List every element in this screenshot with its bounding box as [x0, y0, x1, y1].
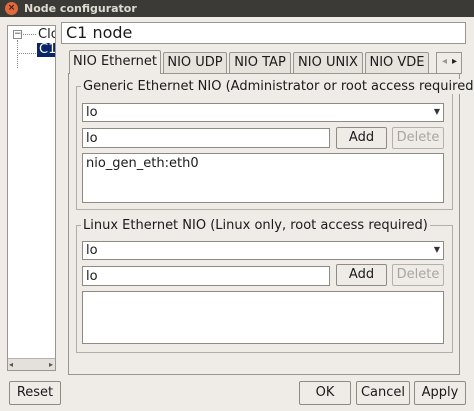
linux-delete-label: Delete — [396, 267, 440, 282]
tab-nio-tap[interactable]: NIO TAP — [229, 52, 291, 74]
apply-label: Apply — [421, 385, 459, 400]
cancel-button[interactable]: Cancel — [356, 381, 410, 405]
tab-scroll-buttons[interactable]: ◂ ▸ — [436, 52, 462, 74]
generic-nio-list[interactable]: nio_gen_eth:eth0 — [82, 153, 444, 203]
node-tree[interactable]: − Clo C1 ◂ ▸ — [7, 25, 56, 371]
linux-delete-button[interactable]: Delete — [392, 264, 444, 286]
tab-scroll-right-icon[interactable]: ▸ — [452, 56, 457, 67]
close-icon[interactable]: × — [5, 2, 18, 15]
tree-branch-line — [17, 53, 36, 54]
tree-item-c1[interactable]: C1 — [37, 43, 55, 57]
generic-delete-button[interactable]: Delete — [392, 127, 444, 149]
window-title: Node configurator — [24, 2, 137, 15]
ok-button[interactable]: OK — [299, 381, 351, 405]
tree-horizontal-scrollbar[interactable]: ◂ ▸ — [8, 358, 55, 370]
generic-ethernet-group-title: Generic Ethernet NIO (Administrator or r… — [81, 79, 474, 94]
scroll-right-icon[interactable]: ▸ — [49, 361, 53, 369]
tab-nio-udp[interactable]: NIO UDP — [163, 52, 227, 74]
chevron-down-icon[interactable]: ▼ — [434, 246, 440, 254]
apply-button[interactable]: Apply — [414, 381, 466, 405]
generic-nio-text-field[interactable] — [83, 129, 329, 147]
title-bar: × Node configurator — [0, 0, 474, 17]
tab-nio-unix[interactable]: NIO UNIX — [293, 52, 363, 74]
linux-add-label: Add — [348, 267, 375, 282]
reset-button[interactable]: Reset — [9, 381, 61, 405]
generic-delete-label: Delete — [396, 130, 440, 145]
generic-add-button[interactable]: Add — [336, 127, 387, 149]
generic-interface-combo[interactable]: lo ▼ — [82, 103, 444, 122]
linux-nio-input[interactable] — [82, 266, 330, 286]
tab-nio-ethernet[interactable]: NIO Ethernet — [69, 50, 161, 74]
linux-add-button[interactable]: Add — [336, 264, 387, 286]
linux-nio-text-field[interactable] — [83, 267, 329, 285]
tab-scroll-left-icon[interactable]: ◂ — [442, 56, 447, 67]
node-title-box: C1 node — [61, 22, 466, 44]
tree-collapse-icon[interactable]: − — [13, 30, 22, 39]
node-title: C1 node — [66, 23, 133, 42]
linux-nio-list[interactable] — [82, 291, 444, 344]
tree-branch-line — [23, 34, 36, 35]
scroll-left-icon[interactable]: ◂ — [9, 361, 13, 369]
generic-combo-value: lo — [86, 105, 98, 120]
list-item[interactable]: nio_gen_eth:eth0 — [86, 156, 199, 172]
generic-add-label: Add — [348, 130, 375, 145]
linux-interface-combo[interactable]: lo ▼ — [82, 241, 444, 260]
tree-branch-line — [17, 40, 18, 68]
generic-nio-input[interactable] — [82, 128, 330, 148]
ok-label: OK — [315, 385, 335, 400]
cancel-label: Cancel — [360, 385, 406, 400]
linux-combo-value: lo — [86, 243, 98, 258]
tab-nio-vde[interactable]: NIO VDE — [365, 52, 429, 74]
reset-label: Reset — [16, 385, 54, 400]
tree-item-root[interactable]: Clo — [38, 27, 55, 42]
chevron-down-icon[interactable]: ▼ — [434, 108, 440, 116]
linux-ethernet-group-title: Linux Ethernet NIO (Linux only, root acc… — [81, 218, 430, 233]
